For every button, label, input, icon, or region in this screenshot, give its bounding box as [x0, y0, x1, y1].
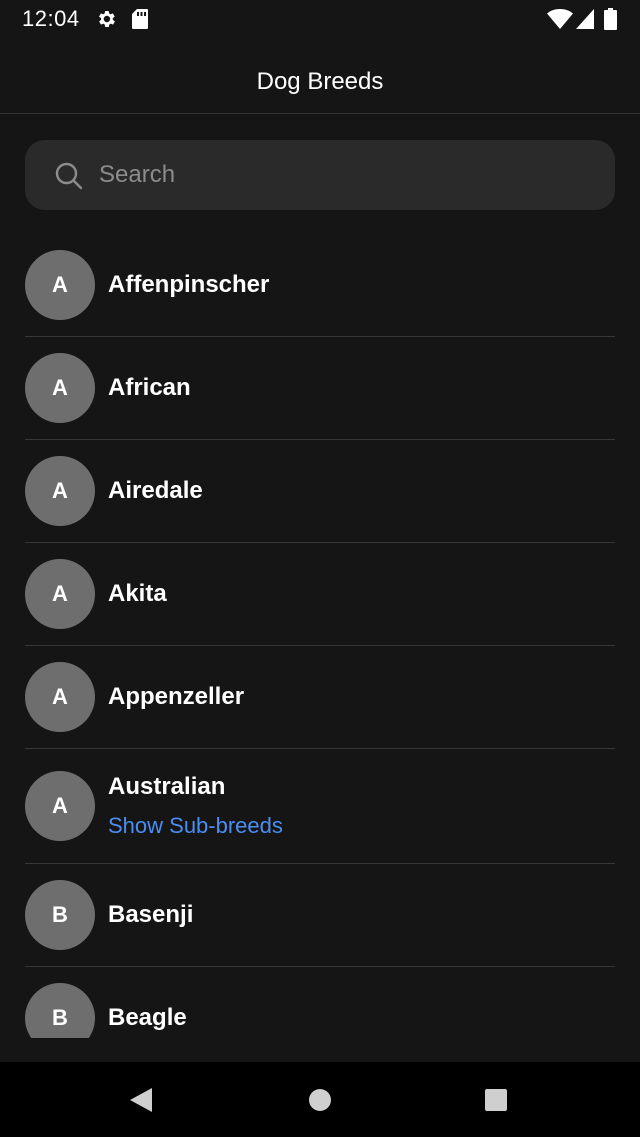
wifi-icon — [547, 8, 573, 35]
breed-name: African — [108, 374, 191, 401]
page-title: Dog Breeds — [256, 68, 384, 95]
list-item[interactable]: A Appenzeller — [25, 646, 615, 749]
list-item[interactable]: A Airedale — [25, 440, 615, 543]
list-item[interactable]: A African — [25, 337, 615, 440]
search-icon — [55, 162, 83, 195]
list-item[interactable]: B Beagle — [25, 967, 615, 1038]
list-item[interactable]: A Affenpinscher — [25, 234, 615, 337]
home-icon[interactable] — [308, 1088, 332, 1117]
avatar: B — [25, 983, 95, 1038]
breed-list[interactable]: A Affenpinscher A African A Airedale A A… — [25, 234, 615, 1038]
signal-icon — [575, 8, 595, 35]
breed-name: Airedale — [108, 477, 203, 504]
avatar: A — [25, 771, 95, 841]
breed-name: Beagle — [108, 1004, 187, 1031]
search-bar[interactable] — [25, 140, 615, 210]
search-input[interactable] — [97, 140, 597, 210]
gear-icon — [95, 8, 117, 35]
show-sub-breeds-link[interactable]: Show Sub-breeds — [108, 813, 283, 839]
battery-icon — [604, 8, 617, 35]
breed-name: Appenzeller — [108, 683, 245, 710]
breed-name: Basenji — [108, 901, 194, 928]
list-item[interactable]: B Basenji — [25, 864, 615, 967]
avatar: A — [25, 353, 95, 423]
status-bar: 12:04 — [0, 0, 640, 40]
system-nav-bar — [0, 1062, 640, 1137]
recents-icon[interactable] — [484, 1088, 508, 1117]
status-time: 12:04 — [22, 6, 80, 31]
breed-name: Affenpinscher — [108, 271, 270, 298]
back-icon[interactable] — [128, 1087, 154, 1118]
list-item[interactable]: A Akita — [25, 543, 615, 646]
breed-name: Akita — [108, 580, 167, 607]
breed-name: Australian — [108, 773, 226, 800]
sd-card-icon — [131, 8, 149, 35]
avatar: A — [25, 662, 95, 732]
avatar: A — [25, 250, 95, 320]
avatar: A — [25, 456, 95, 526]
avatar: B — [25, 880, 95, 950]
avatar: A — [25, 559, 95, 629]
list-item[interactable]: A Australian Show Sub-breeds — [25, 749, 615, 864]
app-bar: Dog Breeds — [0, 40, 640, 114]
